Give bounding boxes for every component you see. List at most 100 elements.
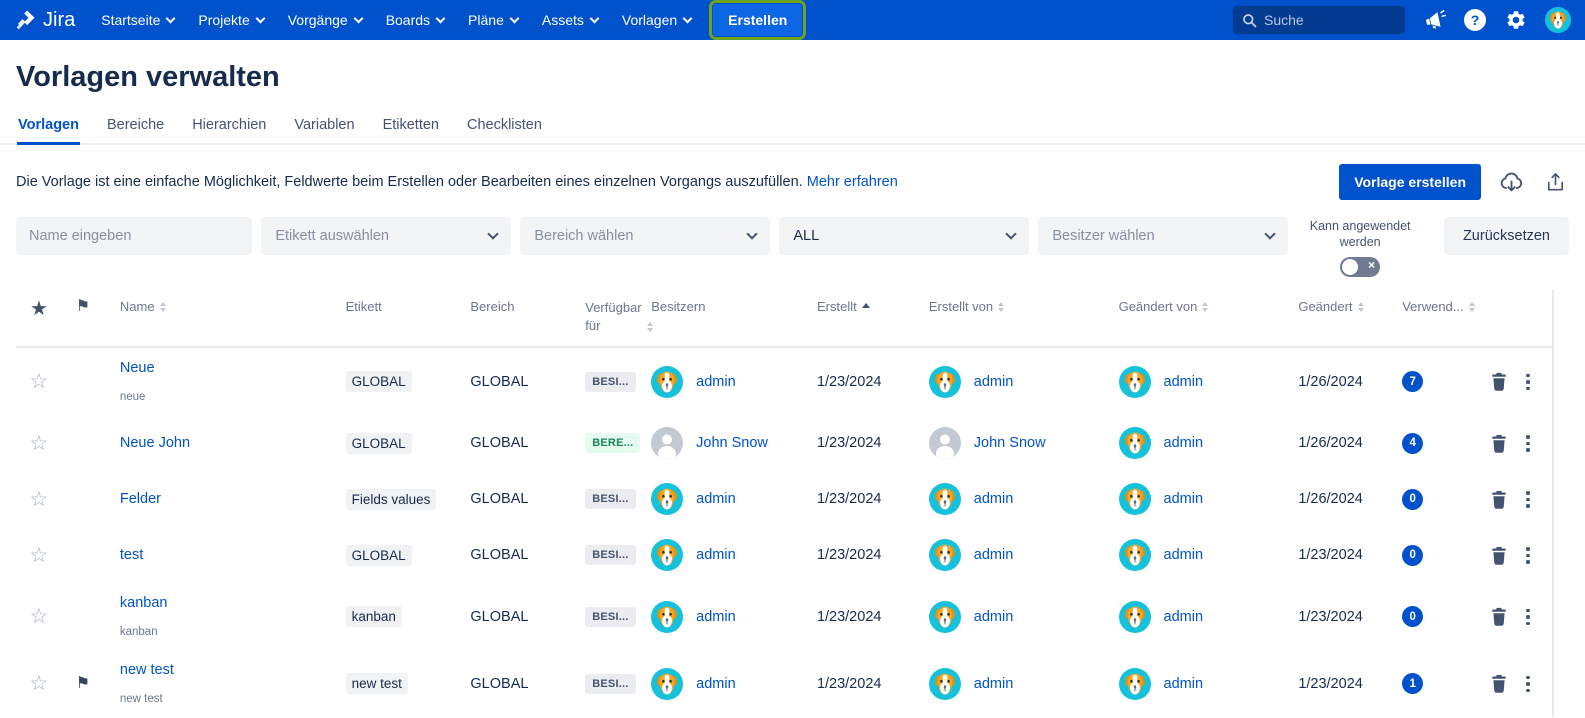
owner-link[interactable]: admin	[696, 374, 736, 390]
nav-menu-item[interactable]: Assets	[530, 6, 610, 34]
usage-count-badge[interactable]: 0	[1402, 489, 1423, 510]
star-outline-icon[interactable]: ☆	[30, 489, 49, 510]
table-row: ☆ kanban kanban kanban GLOBAL BESI... ad…	[16, 583, 1552, 650]
template-name-link[interactable]: Neue	[120, 360, 346, 376]
created-by-link[interactable]: admin	[974, 374, 1014, 390]
nav-menu-item[interactable]: Projekte	[186, 6, 275, 34]
modified-by-link[interactable]: admin	[1164, 374, 1204, 390]
modified-by-link[interactable]: admin	[1164, 609, 1204, 625]
modified-by-link[interactable]: admin	[1164, 491, 1204, 507]
more-options-icon[interactable]	[1524, 433, 1532, 454]
header-available[interactable]: Verfügbar für	[585, 299, 651, 334]
owner-link[interactable]: admin	[696, 609, 736, 625]
tab[interactable]: Checklisten	[466, 111, 543, 145]
user-avatar[interactable]	[1545, 7, 1571, 33]
search-input[interactable]	[1264, 12, 1396, 28]
name-filter-input[interactable]	[16, 217, 252, 255]
star-outline-icon[interactable]: ☆	[30, 673, 49, 694]
more-options-icon[interactable]	[1524, 674, 1532, 695]
template-name-link[interactable]: new test	[120, 662, 346, 678]
tab[interactable]: Variablen	[293, 111, 355, 145]
nav-menu-item[interactable]: Startseite	[89, 6, 186, 34]
header-flag[interactable]: ⚑	[62, 299, 104, 315]
delete-trash-icon[interactable]	[1490, 607, 1508, 626]
owner-link[interactable]: admin	[696, 676, 736, 692]
import-cloud-icon[interactable]	[1498, 169, 1525, 195]
row-modified-cell: 1/26/2024	[1298, 373, 1402, 391]
owner-link[interactable]: John Snow	[696, 435, 768, 451]
delete-trash-icon[interactable]	[1490, 372, 1508, 391]
filter-select[interactable]: Etikett auswählen	[261, 217, 511, 255]
row-created-by-cell: admin	[929, 601, 1119, 633]
usage-count-badge[interactable]: 7	[1402, 371, 1423, 392]
created-by-link[interactable]: admin	[974, 491, 1014, 507]
create-template-button[interactable]: Vorlage erstellen	[1339, 164, 1481, 200]
learn-more-link[interactable]: Mehr erfahren	[807, 174, 898, 190]
modified-by-link[interactable]: admin	[1164, 547, 1204, 563]
tab[interactable]: Bereiche	[106, 111, 165, 145]
created-by-link[interactable]: John Snow	[974, 435, 1046, 451]
announcement-icon[interactable]	[1422, 8, 1446, 32]
owner-link[interactable]: admin	[696, 547, 736, 563]
nav-menu-item[interactable]: Boards	[374, 6, 456, 34]
header-created[interactable]: Erstellt	[817, 299, 929, 314]
tab[interactable]: Vorlagen	[17, 111, 80, 145]
header-usages[interactable]: Verwend...	[1402, 299, 1490, 314]
reset-button[interactable]: Zurücksetzen	[1444, 217, 1569, 255]
row-usage-cell: 4	[1402, 433, 1490, 454]
row-created-cell: 1/23/2024	[817, 546, 929, 564]
modified-by-link[interactable]: admin	[1164, 676, 1204, 692]
create-button[interactable]: Erstellen	[713, 4, 802, 36]
can-apply-toggle[interactable]: ×	[1340, 257, 1380, 277]
row-owner-cell: admin	[651, 366, 817, 398]
header-created-by[interactable]: Erstellt von	[929, 299, 1119, 314]
header-modified[interactable]: Geändert	[1298, 299, 1402, 314]
more-options-icon[interactable]	[1524, 545, 1532, 566]
filter-select[interactable]: ALL	[779, 217, 1029, 255]
delete-trash-icon[interactable]	[1490, 674, 1508, 693]
more-options-icon[interactable]	[1524, 607, 1532, 628]
row-star-cell: ☆	[16, 545, 62, 566]
row-created-cell: 1/23/2024	[817, 675, 929, 693]
filter-select[interactable]: Besitzer wählen	[1038, 217, 1288, 255]
created-by-link[interactable]: admin	[974, 547, 1014, 563]
header-star[interactable]: ★	[16, 299, 62, 319]
export-share-icon[interactable]	[1542, 169, 1569, 195]
filter-select[interactable]: Bereich wählen	[520, 217, 770, 255]
sort-icon	[1202, 302, 1208, 312]
settings-gear-icon[interactable]	[1504, 8, 1528, 32]
nav-menu-item[interactable]: Vorlagen	[610, 6, 703, 34]
usage-count-badge[interactable]: 1	[1402, 673, 1423, 694]
usage-count-badge[interactable]: 4	[1402, 433, 1423, 454]
delete-trash-icon[interactable]	[1490, 546, 1508, 565]
owner-link[interactable]: admin	[696, 491, 736, 507]
delete-trash-icon[interactable]	[1490, 490, 1508, 509]
modified-by-link[interactable]: admin	[1164, 435, 1204, 451]
template-name-link[interactable]: Felder	[120, 491, 346, 507]
tab[interactable]: Hierarchien	[191, 111, 267, 145]
page-description: Die Vorlage ist eine einfache Möglichkei…	[16, 174, 898, 190]
template-name-link[interactable]: kanban	[120, 595, 346, 611]
usage-count-badge[interactable]: 0	[1402, 545, 1423, 566]
star-outline-icon[interactable]: ☆	[30, 545, 49, 566]
delete-trash-icon[interactable]	[1490, 434, 1508, 453]
search-box[interactable]	[1233, 6, 1405, 34]
template-name-link[interactable]: Neue John	[120, 435, 346, 451]
star-outline-icon[interactable]: ☆	[30, 371, 49, 392]
help-icon[interactable]: ?	[1463, 8, 1487, 32]
usage-count-badge[interactable]: 0	[1402, 606, 1423, 627]
nav-menu-item[interactable]: Vorgänge	[276, 6, 374, 34]
created-by-link[interactable]: admin	[974, 676, 1014, 692]
created-by-link[interactable]: admin	[974, 609, 1014, 625]
star-outline-icon[interactable]: ☆	[30, 606, 49, 627]
jira-logo[interactable]: Jira	[14, 8, 89, 32]
star-outline-icon[interactable]: ☆	[30, 433, 49, 454]
nav-menu-item[interactable]: Pläne	[456, 6, 530, 34]
chevron-down-icon	[353, 13, 363, 23]
template-name-link[interactable]: test	[120, 547, 346, 563]
header-modified-by[interactable]: Geändert von	[1119, 299, 1299, 314]
tab[interactable]: Etiketten	[382, 111, 440, 145]
more-options-icon[interactable]	[1524, 489, 1532, 510]
header-name[interactable]: Name	[104, 299, 346, 314]
more-options-icon[interactable]	[1524, 372, 1532, 393]
